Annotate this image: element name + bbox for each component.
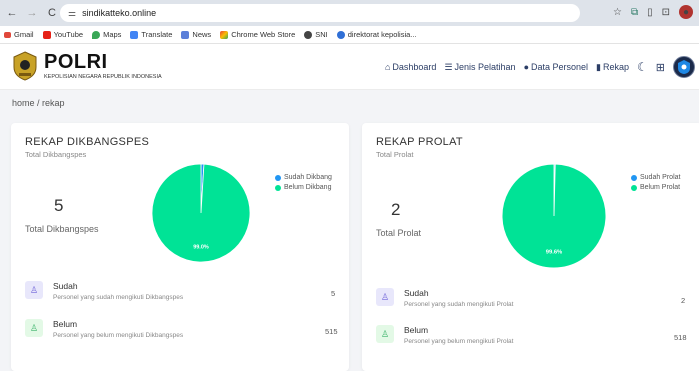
stat-value: 518 [674,333,687,342]
bookmark-direktorat[interactable]: direktorat kepolisia... [336,30,417,39]
extension-icon[interactable]: ⧉ [631,7,638,18]
list-icon: ☰ [444,61,453,72]
bookmark-chrome-web-store[interactable]: Chrome Web Store [220,30,295,39]
total-number: 2 [391,200,401,219]
address-url: sindikatteko.online [82,8,157,18]
legend-item-sudah[interactable]: Sudah Prolat [631,174,680,181]
menu-rekap[interactable]: ▮ Rekap [596,62,629,73]
bookmark-star-icon[interactable]: ☆ [613,7,622,18]
browser-toolbar: ← → C ⚌ sindikatteko.online ☆ ⧉ ▯ ⊡ ● [0,0,699,26]
extensions-puzzle-icon[interactable]: ⊡ [662,7,670,18]
card-rekap-dikbangspes: REKAP DIKBANGSPES Total Dikbangspes 5 To… [11,123,349,371]
reload-icon[interactable]: C [44,5,60,21]
stat-sudah: ♙ Sudah Personel yang sudah mengikuti Pr… [376,288,513,308]
youtube-icon [42,30,51,39]
bookmark-translate[interactable]: Translate [130,30,172,39]
user-icon: ♙ [25,319,43,337]
card-title: REKAP PROLAT [376,136,463,148]
bookmark-youtube[interactable]: YouTube [42,30,83,39]
legend-item-belum[interactable]: Belum Prolat [631,184,680,191]
user-icon: ♙ [25,281,43,299]
maps-icon [92,30,101,39]
apps-grid[interactable]: ⊞ [656,61,665,74]
chart-legend: Sudah Dikbang Belum Dikbang [275,174,332,194]
polri-emblem-icon [13,51,37,81]
breadcrumb: home / rekap [12,98,65,108]
bookmark-sni[interactable]: SNI [304,30,328,39]
forward-icon[interactable]: → [24,5,40,21]
chart-legend: Sudah Prolat Belum Prolat [631,174,680,194]
stat-value: 2 [681,296,686,305]
user-avatar[interactable] [673,56,695,78]
site-icon [336,30,345,39]
bookmark-news[interactable]: News [181,30,211,39]
stat-description: Personel yang sudah mengikuti Prolat [404,301,514,308]
address-bar[interactable]: ⚌ sindikatteko.online [60,4,580,22]
bookmark-gmail[interactable]: Gmail [4,30,34,39]
bookmark-maps[interactable]: Maps [92,30,121,39]
total-number: 5 [54,196,64,215]
avatar-emblem-icon [678,60,690,74]
main-menu: ⌂ Dashboard ☰ Jenis Pelatihan ● Data Person… [385,56,695,78]
moon-icon: ☾ [637,60,648,74]
total-label: Total Prolat [376,228,422,238]
file-icon: ▮ [596,61,601,72]
home-icon: ⌂ [384,62,391,72]
stat-value: 515 [325,327,338,336]
stat-value: 5 [331,289,336,298]
stat-title: Belum [53,319,78,329]
stat-belum: ♙ Belum Personel yang belum mengikuti Di… [25,319,183,339]
logo-title: POLRI [44,51,108,73]
menu-data-personel[interactable]: ● Data Personel [524,62,588,72]
card-title: REKAP DIKBANGSPES [25,136,150,148]
app-header: POLRI KEPOLISIAN NEGARA REPUBLIK INDONES… [0,44,699,90]
stat-title: Sudah [404,288,429,298]
logo-subtitle: KEPOLISIAN NEGARA REPUBLIK INDONESIA [44,74,162,80]
menu-jenis-pelatihan[interactable]: ☰ Jenis Pelatihan [444,62,515,73]
chrome-web-store-icon [220,30,229,39]
stat-title: Sudah [53,281,78,291]
card-subtitle: Total Prolat [376,150,414,159]
legend-dot-icon [631,184,637,191]
pie-chart-prolat: 99.6% [501,163,607,269]
profile-avatar-icon[interactable]: ● [679,5,693,19]
grid-icon: ⊞ [655,61,665,74]
site-info-icon[interactable]: ⚌ [68,8,76,19]
card-rekap-prolat: REKAP PROLAT Total Prolat 2 Total Prolat… [362,123,699,371]
theme-toggle[interactable]: ☾ [637,60,648,74]
user-icon: ♙ [376,288,394,306]
stat-description: Personel yang belum mengikuti Prolat [404,338,514,345]
reading-icon[interactable]: ▯ [647,7,653,18]
bookmarks-bar: Gmail YouTube Maps Translate News Chrome… [0,26,699,44]
back-icon[interactable]: ← [4,5,20,21]
legend-item-belum[interactable]: Belum Dikbang [275,184,332,191]
news-icon [181,30,190,39]
stat-description: Personel yang belum mengikuti Dikbangspe… [53,332,184,339]
legend-item-sudah[interactable]: Sudah Dikbang [275,174,332,181]
menu-dashboard[interactable]: ⌂ Dashboard [385,62,436,72]
stat-belum: ♙ Belum Personel yang belum mengikuti Pr… [376,325,513,345]
legend-dot-icon [275,174,281,181]
pie-data-label: 99.6% [546,249,563,255]
legend-dot-icon [275,184,281,191]
user-icon: ● [523,62,529,72]
globe-icon [304,30,313,39]
stat-description: Personel yang sudah mengikuti Dikbangspe… [53,294,184,301]
logo[interactable]: POLRI KEPOLISIAN NEGARA REPUBLIK INDONES… [12,51,162,81]
pie-data-label: 99.0% [193,244,209,250]
legend-dot-icon [631,174,637,181]
total-label: Total Dikbangspes [25,224,99,234]
stat-sudah: ♙ Sudah Personel yang sudah mengikuti Di… [25,281,183,301]
translate-icon [130,30,139,39]
user-icon: ♙ [376,325,394,343]
pie-chart-dikbangspes: 99.0% [151,163,251,263]
gmail-icon [4,31,11,38]
stat-title: Belum [404,325,429,335]
card-subtitle: Total Dikbangspes [25,150,87,159]
